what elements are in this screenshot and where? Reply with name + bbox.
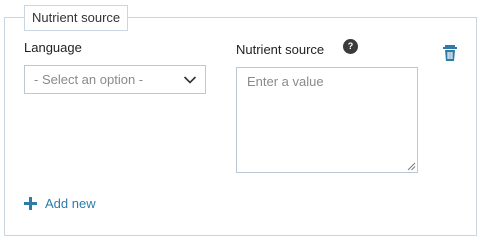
fieldset-legend: Nutrient source (24, 5, 129, 31)
question-circle-icon[interactable]: ? (343, 39, 358, 54)
chevron-down-icon (183, 76, 197, 84)
trash-icon[interactable] (442, 44, 458, 62)
language-select-value: - Select an option - (34, 72, 144, 87)
resize-handle-icon[interactable] (407, 162, 416, 171)
add-new-label: Add new (45, 195, 96, 211)
language-select[interactable]: - Select an option - (24, 65, 206, 94)
add-new-button[interactable]: Add new (24, 194, 96, 212)
nutrient-source-textarea[interactable] (236, 67, 418, 173)
nutrient-source-label: Nutrient source (236, 42, 325, 57)
plus-icon (24, 196, 37, 210)
language-label: Language (24, 40, 82, 55)
